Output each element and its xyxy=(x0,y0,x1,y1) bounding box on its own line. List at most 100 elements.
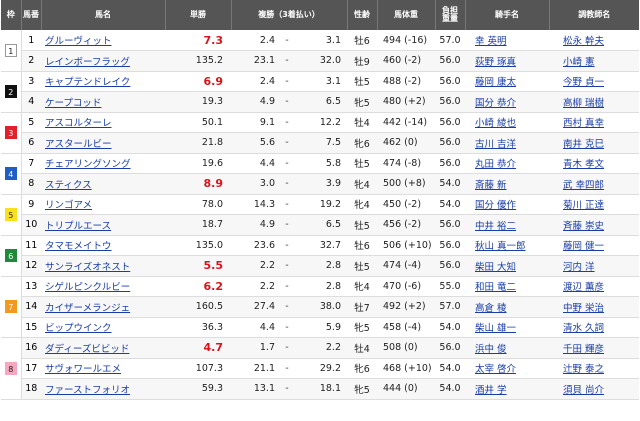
jockey-name-link[interactable]: 太宰 啓介 xyxy=(475,364,516,375)
horse-name[interactable]: キャプテンドレイク xyxy=(41,71,165,92)
jockey-name[interactable]: 斎藤 新 xyxy=(465,173,549,195)
trainer-name[interactable]: 菊川 正達 xyxy=(549,194,639,215)
jockey-name[interactable]: 藤岡 康太 xyxy=(465,71,549,92)
trainer-name[interactable]: 河内 洋 xyxy=(549,255,639,277)
trainer-name[interactable]: 辻野 泰之 xyxy=(549,358,639,379)
jockey-name[interactable]: 幸 英明 xyxy=(465,30,549,51)
horse-name[interactable]: スティクス xyxy=(41,173,165,195)
trainer-name-link[interactable]: 渡辺 薫彦 xyxy=(563,282,604,293)
jockey-name[interactable]: 酒井 学 xyxy=(465,378,549,400)
horse-name-link[interactable]: サンライズオネスト xyxy=(45,262,130,273)
jockey-name-link[interactable]: 国分 恭介 xyxy=(475,98,516,109)
horse-name-link[interactable]: ケープコッド xyxy=(45,98,101,109)
horse-name-link[interactable]: キャプテンドレイク xyxy=(45,77,130,88)
trainer-name[interactable]: 西村 真幸 xyxy=(549,112,639,133)
jockey-name-link[interactable]: 高倉 稜 xyxy=(475,303,507,314)
horse-name-link[interactable]: アスタールビー xyxy=(45,139,112,150)
jockey-name-link[interactable]: 荻野 琢真 xyxy=(475,57,516,68)
trainer-name-link[interactable]: 南井 克巳 xyxy=(563,139,604,150)
trainer-name[interactable]: 藤岡 健一 xyxy=(549,235,639,256)
horse-name-link[interactable]: ファーストフォリオ xyxy=(45,385,130,396)
trainer-name-link[interactable]: 清水 久詞 xyxy=(563,323,604,334)
horse-name[interactable]: リンゴアメ xyxy=(41,194,165,215)
trainer-name[interactable]: 中野 栄治 xyxy=(549,296,639,318)
horse-name-link[interactable]: シゲルピンクルビー xyxy=(45,282,130,293)
trainer-name-link[interactable]: 高柳 瑞樹 xyxy=(563,98,604,109)
horse-name[interactable]: サヴォワールエメ xyxy=(41,358,165,379)
jockey-name[interactable]: 荻野 琢真 xyxy=(465,50,549,72)
jockey-name-link[interactable]: 浜中 俊 xyxy=(475,344,507,355)
trainer-name[interactable]: 清水 久詞 xyxy=(549,317,639,338)
jockey-name[interactable]: 小崎 綾也 xyxy=(465,112,549,133)
trainer-name-link[interactable]: 藤岡 健一 xyxy=(563,241,604,252)
horse-name-link[interactable]: ダディーズビビッド xyxy=(45,344,129,355)
horse-name[interactable]: ケープコッド xyxy=(41,91,165,113)
trainer-name-link[interactable]: 辻野 泰之 xyxy=(563,364,604,375)
jockey-name[interactable]: 柴田 大知 xyxy=(465,255,549,277)
horse-name[interactable]: グルーヴィット xyxy=(41,30,165,51)
jockey-name[interactable]: 国分 優作 xyxy=(465,194,549,215)
jockey-name[interactable]: 丸田 恭介 xyxy=(465,153,549,174)
horse-name-link[interactable]: アスコルターレ xyxy=(45,118,112,129)
trainer-name-link[interactable]: 斉藤 崇史 xyxy=(563,221,604,232)
trainer-name[interactable]: 千田 輝彦 xyxy=(549,337,639,359)
trainer-name[interactable]: 須貝 尚介 xyxy=(549,378,639,400)
jockey-name-link[interactable]: 中井 裕二 xyxy=(475,221,516,232)
horse-name[interactable]: タマモメイトウ xyxy=(41,235,165,256)
horse-name-link[interactable]: リンゴアメ xyxy=(45,200,92,211)
jockey-name-link[interactable]: 古川 吉洋 xyxy=(475,139,516,150)
jockey-name-link[interactable]: 国分 優作 xyxy=(475,200,516,211)
trainer-name-link[interactable]: 中野 栄治 xyxy=(563,303,604,314)
horse-name-link[interactable]: グルーヴィット xyxy=(45,36,112,47)
jockey-name-link[interactable]: 酒井 学 xyxy=(475,385,507,396)
jockey-name[interactable]: 高倉 稜 xyxy=(465,296,549,318)
horse-name[interactable]: ファーストフォリオ xyxy=(41,378,165,400)
horse-name[interactable]: レインボーフラッグ xyxy=(41,50,165,72)
jockey-name[interactable]: 太宰 啓介 xyxy=(465,358,549,379)
horse-name[interactable]: トリプルエース xyxy=(41,214,165,236)
trainer-name-link[interactable]: 小崎 憲 xyxy=(563,57,595,68)
horse-name[interactable]: サンライズオネスト xyxy=(41,255,165,277)
horse-name-link[interactable]: スティクス xyxy=(45,180,92,191)
trainer-name[interactable]: 今野 貞一 xyxy=(549,71,639,92)
jockey-name[interactable]: 和田 竜二 xyxy=(465,276,549,297)
jockey-name[interactable]: 中井 裕二 xyxy=(465,214,549,236)
horse-name-link[interactable]: チェアリングソング xyxy=(45,159,131,170)
jockey-name[interactable]: 柴山 雄一 xyxy=(465,317,549,338)
jockey-name[interactable]: 古川 吉洋 xyxy=(465,132,549,154)
trainer-name[interactable]: 武 幸四郎 xyxy=(549,173,639,195)
jockey-name-link[interactable]: 秋山 真一郎 xyxy=(475,241,526,252)
trainer-name[interactable]: 渡辺 薫彦 xyxy=(549,276,639,297)
jockey-name-link[interactable]: 斎藤 新 xyxy=(475,180,507,191)
horse-name-link[interactable]: タマモメイトウ xyxy=(45,241,112,252)
horse-name-link[interactable]: カイザーメランジェ xyxy=(45,303,130,314)
trainer-name-link[interactable]: 西村 真幸 xyxy=(563,118,604,129)
horse-name-link[interactable]: トリプルエース xyxy=(45,221,111,232)
jockey-name-link[interactable]: 柴山 雄一 xyxy=(475,323,516,334)
trainer-name[interactable]: 小崎 憲 xyxy=(549,50,639,72)
trainer-name[interactable]: 高柳 瑞樹 xyxy=(549,91,639,113)
horse-name-link[interactable]: レインボーフラッグ xyxy=(45,57,130,68)
trainer-name[interactable]: 松永 幹夫 xyxy=(549,30,639,51)
jockey-name[interactable]: 秋山 真一郎 xyxy=(465,235,549,256)
jockey-name-link[interactable]: 和田 竜二 xyxy=(475,282,516,293)
horse-name[interactable]: アスコルターレ xyxy=(41,112,165,133)
jockey-name-link[interactable]: 丸田 恭介 xyxy=(475,159,516,170)
jockey-name-link[interactable]: 柴田 大知 xyxy=(475,262,516,273)
trainer-name-link[interactable]: 千田 輝彦 xyxy=(563,344,604,355)
trainer-name-link[interactable]: 青木 孝文 xyxy=(563,159,604,170)
trainer-name-link[interactable]: 須貝 尚介 xyxy=(563,385,604,396)
trainer-name-link[interactable]: 菊川 正達 xyxy=(563,200,604,211)
horse-name[interactable]: シゲルピンクルビー xyxy=(41,276,165,297)
horse-name[interactable]: カイザーメランジェ xyxy=(41,296,165,318)
trainer-name-link[interactable]: 松永 幹夫 xyxy=(563,36,604,47)
jockey-name-link[interactable]: 藤岡 康太 xyxy=(475,77,516,88)
jockey-name-link[interactable]: 幸 英明 xyxy=(475,36,507,47)
horse-name[interactable]: ダディーズビビッド xyxy=(41,337,165,359)
trainer-name[interactable]: 南井 克巳 xyxy=(549,132,639,154)
jockey-name[interactable]: 浜中 俊 xyxy=(465,337,549,359)
horse-name[interactable]: アスタールビー xyxy=(41,132,165,154)
jockey-name-link[interactable]: 小崎 綾也 xyxy=(475,118,516,129)
horse-name-link[interactable]: サヴォワールエメ xyxy=(45,364,121,375)
trainer-name[interactable]: 斉藤 崇史 xyxy=(549,214,639,236)
